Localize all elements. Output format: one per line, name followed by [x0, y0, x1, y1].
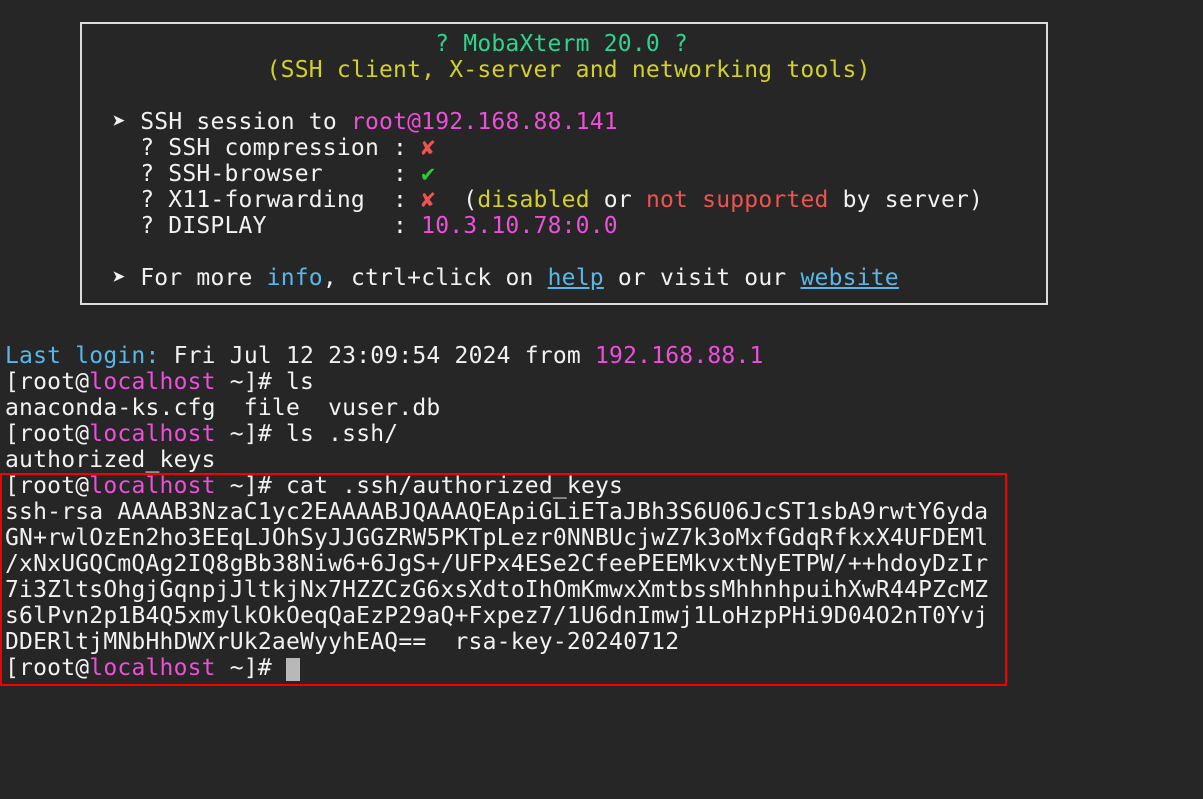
- info-text: info: [267, 265, 323, 291]
- not-supported-text: not supported: [646, 187, 829, 213]
- terminal-line: authorized_keys: [5, 447, 988, 473]
- prompt: [root@: [5, 369, 89, 395]
- terminal-line: ➤ For more info, ctrl+click on help or v…: [84, 265, 1046, 291]
- block-cursor: [286, 658, 300, 681]
- terminal-line: anaconda-ks.cfg file vuser.db: [5, 395, 988, 421]
- terminal-line: Last login: Fri Jul 12 23:09:54 2024 fro…: [5, 343, 988, 369]
- ls-output: authorized_keys: [5, 447, 216, 473]
- banner-text: ? MobaXterm 20.0 ? (SSH client, X-server…: [84, 31, 1046, 291]
- indent: [84, 265, 112, 291]
- check-icon: ✔: [421, 161, 435, 187]
- command: ~]# cat .ssh/authorized_keys: [216, 473, 623, 499]
- terminal-line: s6lPvn2p1B4Q5xmylkOkOeqQaEzP29aQ+Fxpez7/…: [5, 603, 988, 629]
- prompt-host: localhost: [89, 421, 215, 447]
- ssh-key-line: ssh-rsa AAAAB3NzaC1yc2EAAAABJQAAAQEApiGL…: [5, 499, 988, 525]
- last-login-text: Fri Jul 12 23:09:54 2024 from: [160, 343, 595, 369]
- last-login-label: Last login:: [5, 343, 160, 369]
- prompt: [root@: [5, 421, 89, 447]
- terminal-line: ? X11-forwarding : ✘ (disabled or not su…: [84, 187, 1046, 213]
- terminal-line: [root@localhost ~]#: [5, 655, 988, 681]
- terminal-line: DDERltjMNbHhDWXrUk2aeWyyhEAQ== rsa-key-2…: [5, 629, 988, 655]
- terminal-line: ? DISPLAY : 10.3.10.78:0.0: [84, 213, 1046, 239]
- ssh-key-line: GN+rwlOzEn2ho3EEqLJOhSyJJGGZRW5PKTpLezr0…: [5, 525, 988, 551]
- terminal-line: GN+rwlOzEn2ho3EEqLJOhSyJJGGZRW5PKTpLezr0…: [5, 525, 988, 551]
- text: by server): [829, 187, 984, 213]
- x11-forwarding-label: ? X11-forwarding :: [84, 187, 421, 213]
- display-value: 10.3.10.78:0.0: [421, 213, 618, 239]
- prompt-host: localhost: [89, 369, 215, 395]
- help-link[interactable]: help: [548, 265, 604, 291]
- display-label: ? DISPLAY :: [84, 213, 421, 239]
- cross-icon: ✘: [421, 135, 435, 161]
- ls-output: anaconda-ks.cfg file vuser.db: [5, 395, 440, 421]
- terminal-line: [84, 83, 1046, 109]
- terminal-line: (SSH client, X-server and networking too…: [84, 57, 1046, 83]
- command: ~]# ls: [216, 369, 314, 395]
- ssh-key-line: /xNxUGQCmQAg2IQ8gBb38Niw6+6JgS+/UFPx4ESe…: [5, 551, 988, 577]
- cross-icon: ✘: [421, 187, 435, 213]
- terminal-line: ssh-rsa AAAAB3NzaC1yc2EAAAABJQAAAQEApiGL…: [5, 499, 988, 525]
- ssh-target: root@192.168.88.141: [351, 109, 618, 135]
- banner-subtitle: (SSH client, X-server and networking too…: [84, 57, 871, 83]
- terminal-line: [root@localhost ~]# cat .ssh/authorized_…: [5, 473, 988, 499]
- terminal-line: ? SSH-browser : ✔: [84, 161, 1046, 187]
- terminal-line: ➤ SSH session to root@192.168.88.141: [84, 109, 1046, 135]
- ssh-session-label: SSH session to: [126, 109, 351, 135]
- text: or visit our: [604, 265, 801, 291]
- ssh-browser-label: ? SSH-browser :: [84, 161, 421, 187]
- terminal-line: ? MobaXterm 20.0 ?: [84, 31, 1046, 57]
- mobaxterm-banner: ? MobaXterm 20.0 ? (SSH client, X-server…: [80, 22, 1048, 305]
- ssh-key-line: 7i3ZltsOhgjGqnpjJltkjNx7HZZCzG6xsXdtoIhO…: [5, 577, 988, 603]
- prompt: [root@: [5, 655, 89, 681]
- text: For more: [126, 265, 266, 291]
- indent: [84, 109, 112, 135]
- website-link[interactable]: website: [801, 265, 899, 291]
- text: , ctrl+click on: [323, 265, 548, 291]
- command: ~]# ls .ssh/: [216, 421, 399, 447]
- prompt-host: localhost: [89, 473, 215, 499]
- ssh-key-line: s6lPvn2p1B4Q5xmylkOkOeqQaEzP29aQ+Fxpez7/…: [5, 603, 988, 629]
- terminal-line: [root@localhost ~]# ls: [5, 369, 988, 395]
- text: or: [590, 187, 646, 213]
- terminal-line: /xNxUGQCmQAg2IQ8gBb38Niw6+6JgS+/UFPx4ESe…: [5, 551, 988, 577]
- terminal-line: [84, 239, 1046, 265]
- banner-title: ? MobaXterm 20.0 ?: [84, 31, 688, 57]
- command: ~]#: [216, 655, 286, 681]
- disabled-text: disabled: [477, 187, 589, 213]
- terminal-output: Last login: Fri Jul 12 23:09:54 2024 fro…: [5, 343, 988, 681]
- terminal-line: [root@localhost ~]# ls .ssh/: [5, 421, 988, 447]
- arrow-icon: ➤: [112, 109, 126, 135]
- terminal-line: 7i3ZltsOhgjGqnpjJltkjNx7HZZCzG6xsXdtoIhO…: [5, 577, 988, 603]
- prompt: [root@: [5, 473, 89, 499]
- text: (: [435, 187, 477, 213]
- ssh-compression-label: ? SSH compression :: [84, 135, 421, 161]
- prompt-host: localhost: [89, 655, 215, 681]
- last-login-ip: 192.168.88.1: [595, 343, 764, 369]
- arrow-icon: ➤: [112, 265, 126, 291]
- terminal-line: ? SSH compression : ✘: [84, 135, 1046, 161]
- ssh-key-line: DDERltjMNbHhDWXrUk2aeWyyhEAQ== rsa-key-2…: [5, 629, 679, 655]
- terminal[interactable]: ? MobaXterm 20.0 ? (SSH client, X-server…: [0, 0, 1203, 799]
